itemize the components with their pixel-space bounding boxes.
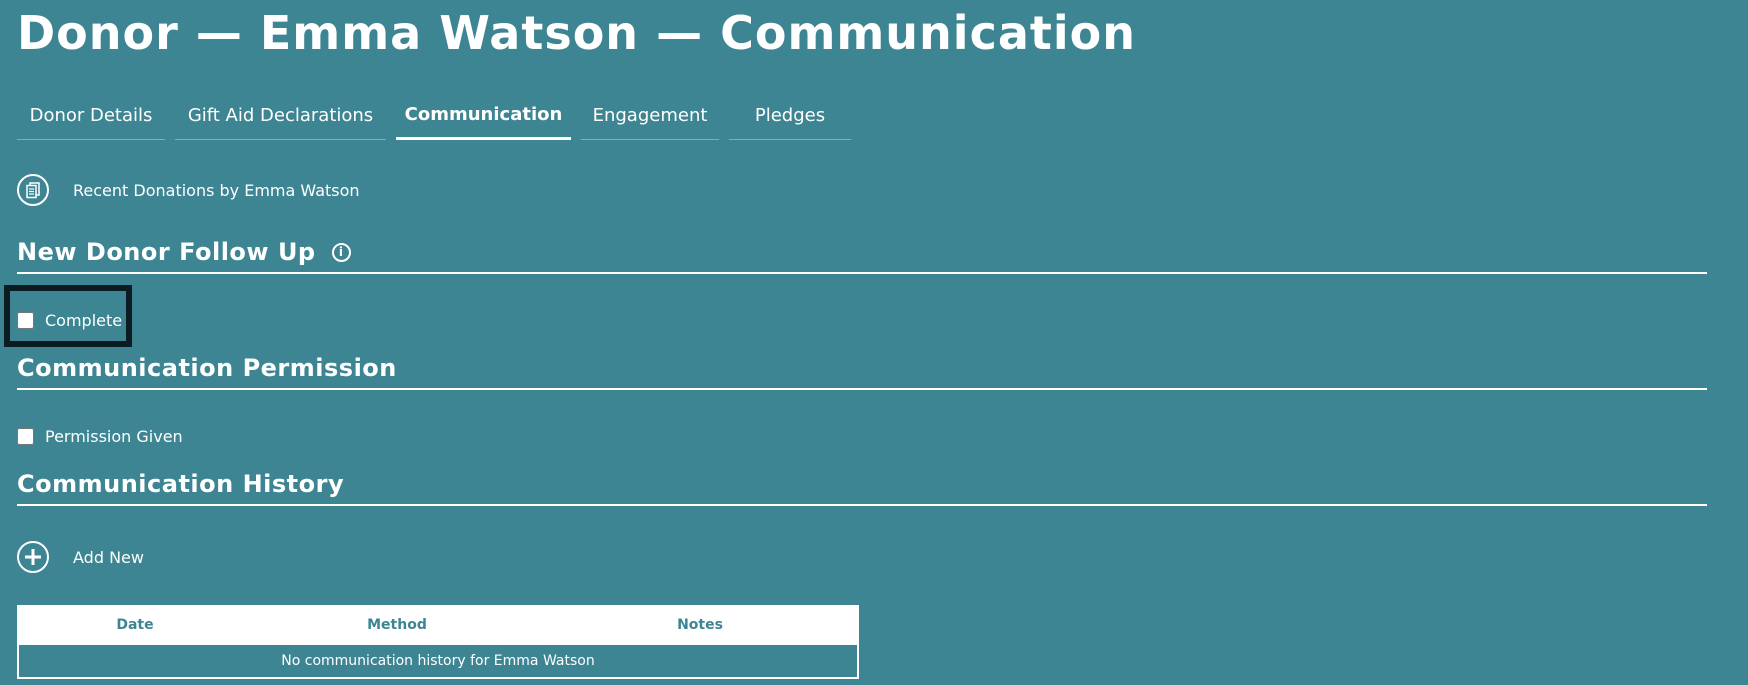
communication-history-table: Date Method Notes No communication histo… bbox=[17, 605, 859, 679]
table-row: No communication history for Emma Watson bbox=[18, 643, 858, 678]
document-list-icon bbox=[17, 174, 49, 206]
communication-history-title: Communication History bbox=[17, 470, 345, 498]
permission-checkbox-row: Permission Given bbox=[17, 427, 183, 446]
complete-checkbox[interactable] bbox=[17, 312, 34, 329]
tab-donor-details[interactable]: Donor Details bbox=[17, 92, 165, 140]
tab-bar: Donor Details Gift Aid Declarations Comm… bbox=[17, 92, 861, 140]
permission-given-label: Permission Given bbox=[45, 427, 183, 446]
complete-label: Complete bbox=[45, 311, 123, 330]
tab-communication[interactable]: Communication bbox=[396, 92, 571, 140]
column-header-notes[interactable]: Notes bbox=[543, 606, 858, 644]
plus-circle-icon bbox=[17, 541, 49, 573]
tab-gift-aid-declarations[interactable]: Gift Aid Declarations bbox=[175, 92, 386, 140]
permission-given-checkbox[interactable] bbox=[17, 428, 34, 445]
recent-donations-label: Recent Donations by Emma Watson bbox=[73, 180, 360, 200]
empty-history-message: No communication history for Emma Watson bbox=[18, 643, 858, 678]
communication-permission-title: Communication Permission bbox=[17, 354, 397, 382]
tab-engagement[interactable]: Engagement bbox=[581, 92, 719, 140]
communication-permission-heading: Communication Permission bbox=[17, 354, 1707, 390]
column-header-method[interactable]: Method bbox=[251, 606, 543, 644]
info-icon[interactable]: i bbox=[331, 242, 351, 262]
new-donor-follow-up-heading: New Donor Follow Up i bbox=[17, 238, 1707, 274]
tab-pledges[interactable]: Pledges bbox=[729, 92, 851, 140]
complete-checkbox-row: Complete bbox=[17, 311, 122, 330]
add-new-button[interactable]: Add New bbox=[17, 541, 144, 573]
add-new-label: Add New bbox=[73, 547, 144, 567]
table-header-row: Date Method Notes bbox=[18, 606, 858, 644]
page-title: Donor — Emma Watson — Communication bbox=[17, 6, 1136, 60]
new-donor-follow-up-title: New Donor Follow Up bbox=[17, 238, 316, 266]
recent-donations-link[interactable]: Recent Donations by Emma Watson bbox=[17, 174, 360, 206]
column-header-date[interactable]: Date bbox=[18, 606, 251, 644]
communication-history-heading: Communication History bbox=[17, 470, 1707, 506]
